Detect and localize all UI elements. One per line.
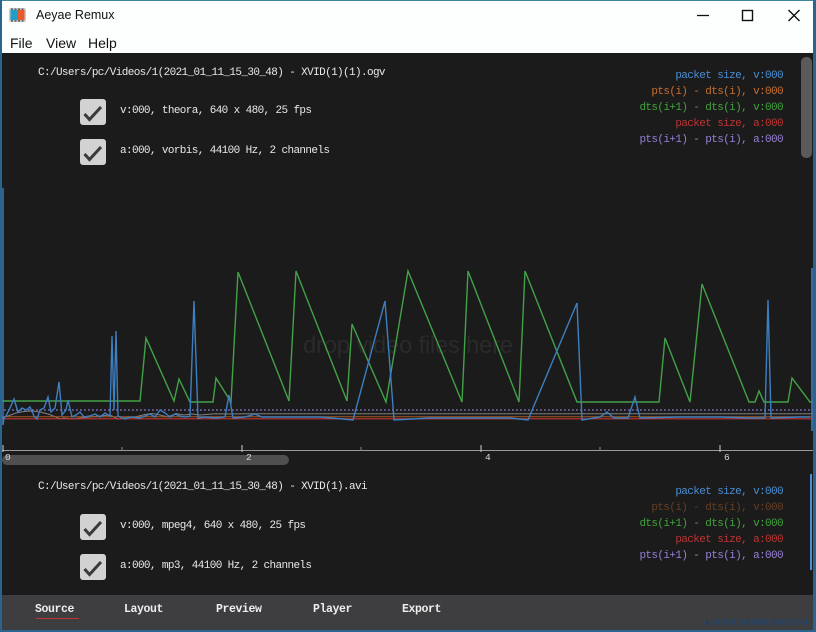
- svg-text:6: 6: [724, 452, 730, 463]
- svg-text:4: 4: [485, 452, 491, 463]
- svg-text:2: 2: [246, 452, 252, 463]
- svg-text:0: 0: [5, 452, 11, 463]
